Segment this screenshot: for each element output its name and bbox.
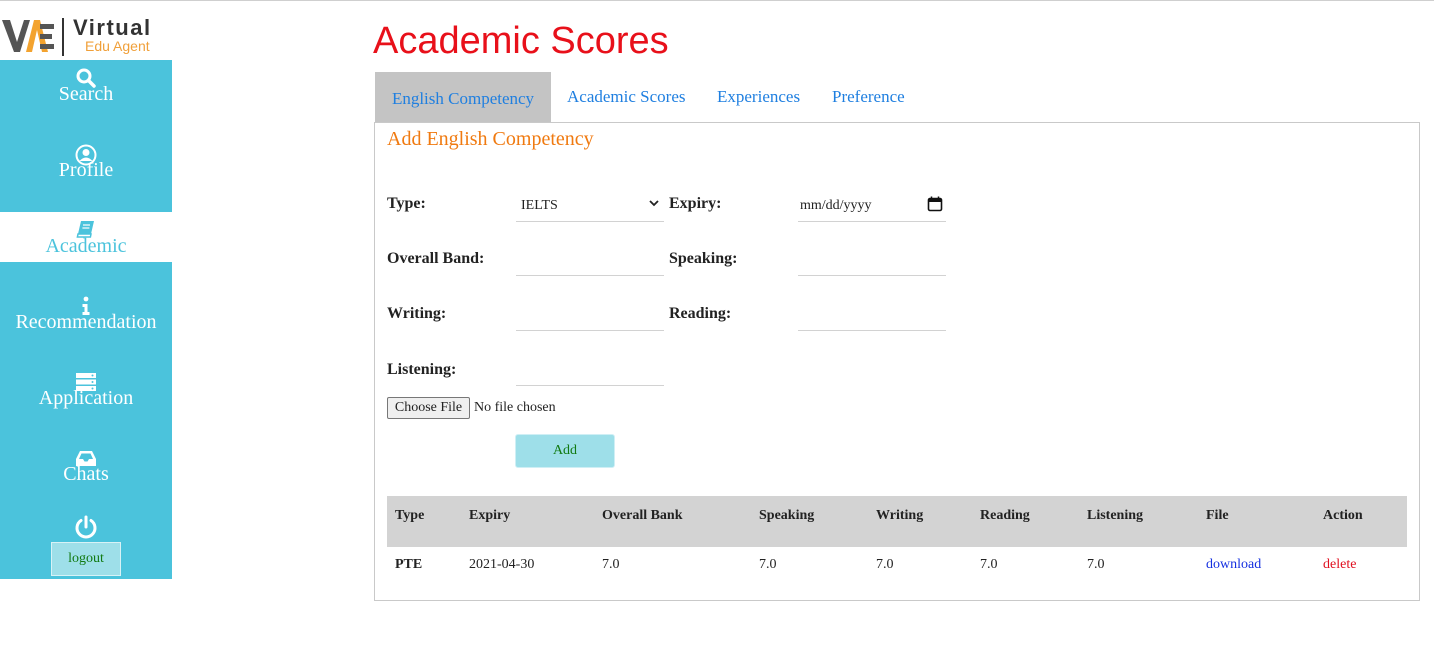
file-status: No file chosen [474,400,556,415]
sidebar-item-application[interactable]: Application [0,364,172,440]
chevron-down-icon [649,200,659,207]
sidebar-item-label: Academic [45,235,127,257]
sidebar-item-profile[interactable]: Profile [0,136,172,212]
calendar-icon[interactable] [927,196,943,212]
tab-academic-scores[interactable]: Academic Scores [567,72,685,122]
column-header: Type [395,508,425,523]
table-cell: 7.0 [980,557,998,572]
type-select-value: IELTS [521,198,558,213]
table-cell: 7.0 [602,557,620,572]
column-header: File [1206,508,1229,523]
overall-band-field[interactable] [516,242,664,276]
form-title: Add English Competency [387,128,594,150]
column-header: Reading [980,508,1030,523]
add-button[interactable]: Add [515,434,615,468]
tab-experiences[interactable]: Experiences [717,72,800,122]
overall-band-label: Overall Band: [387,250,485,267]
sidebar-item-academic[interactable]: Academic [0,212,172,262]
sidebar-item-search[interactable]: Search [0,60,172,136]
download-link[interactable]: download [1206,547,1261,583]
sidebar-item-label: Profile [58,159,114,181]
page-title: Academic Scores [373,20,669,62]
logo-subtitle: Edu Agent [85,38,150,54]
reading-field[interactable] [798,297,946,331]
tab-preference[interactable]: Preference [832,72,905,122]
delete-link[interactable]: delete [1323,547,1356,583]
listening-field[interactable] [516,352,664,386]
sidebar: Search Profile Academic Recommendation A… [0,60,172,579]
column-header: Writing [876,508,924,523]
brand-logo[interactable]: Virtual Edu Agent [2,15,172,58]
table-header: Type Expiry Overall Bank Speaking Writin… [387,496,1407,547]
listening-label: Listening: [387,361,457,378]
column-header: Speaking [759,508,815,523]
table-cell: 7.0 [759,557,777,572]
expiry-date-input[interactable]: mm/dd/yyyy [798,188,946,222]
sidebar-item-chats[interactable]: Chats [0,440,172,516]
sidebar-item-recommendation[interactable]: Recommendation [0,288,172,364]
expiry-placeholder: mm/dd/yyyy [800,198,872,213]
english-competency-panel: Add English Competency Type: IELTS Expir… [374,122,1420,601]
table-row: PTE 2021-04-30 7.0 7.0 7.0 7.0 7.0 downl… [387,547,1407,583]
table-cell: PTE [395,557,423,572]
logo-divider [62,18,64,56]
column-header: Listening [1087,508,1144,523]
power-icon[interactable] [74,515,98,544]
sidebar-item-label: Recommendation [15,311,157,333]
tab-english-competency[interactable]: English Competency [375,72,551,122]
sidebar-item-label: Chats [63,463,109,485]
column-header: Expiry [469,508,511,523]
speaking-label: Speaking: [669,250,738,267]
writing-label: Writing: [387,305,447,322]
top-border [0,0,1434,1]
logout-button[interactable]: logout [51,542,121,576]
expiry-label: Expiry: [669,195,722,212]
type-label: Type: [387,195,426,212]
column-header: Action [1323,508,1363,523]
speaking-field[interactable] [798,242,946,276]
reading-label: Reading: [669,305,732,322]
vae-logo-icon [2,20,54,52]
sidebar-item-label: Search [58,83,114,105]
sidebar-item-label: Application [38,387,134,409]
choose-file-button[interactable]: Choose File [387,397,470,419]
table-cell: 2021-04-30 [469,557,535,572]
column-header: Overall Bank [602,508,683,523]
table-cell: 7.0 [1087,557,1105,572]
writing-field[interactable] [516,297,664,331]
table-cell: 7.0 [876,557,894,572]
type-select[interactable]: IELTS [516,188,664,222]
